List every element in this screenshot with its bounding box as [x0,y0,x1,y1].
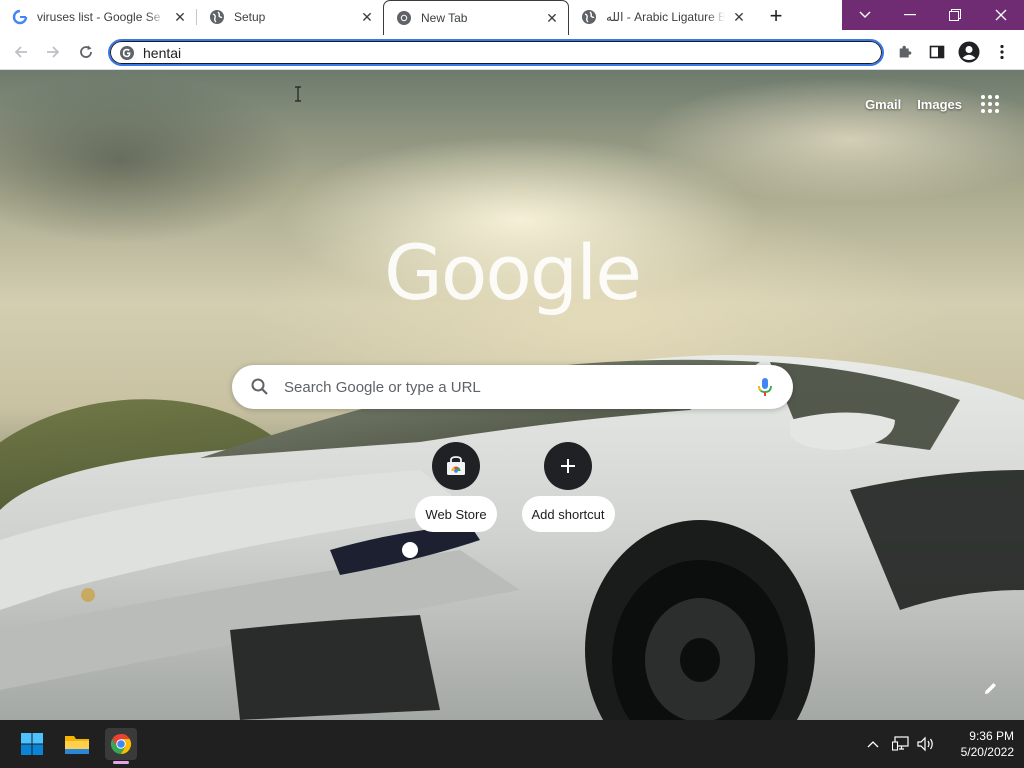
restore-icon [948,9,961,21]
chevron-down-icon [859,11,870,18]
pencil-icon [985,683,996,694]
ntp-search-box[interactable] [232,365,793,409]
volume-icon[interactable] [916,734,936,754]
file-explorer-icon[interactable] [61,728,93,760]
tab-title: Setup [234,10,266,24]
tab-arabic-ligature[interactable]: الله - Arabic Ligature Bis ✕ [569,0,755,34]
tab-title: viruses list - Google Se [37,10,161,24]
menu-button[interactable] [990,40,1014,64]
close-icon[interactable]: ✕ [731,9,747,25]
chrome-icon[interactable] [105,728,137,760]
side-panel-button[interactable] [925,40,949,64]
forward-button[interactable] [41,40,65,64]
clock-date: 5/20/2022 [960,745,1014,759]
tab-strip: viruses list - Google Se ✕ Setup ✕ New T… [0,0,1024,35]
profile-icon [958,41,980,63]
restore-button[interactable] [932,0,977,30]
tab-setup[interactable]: Setup ✕ [197,0,383,34]
close-icon[interactable]: ✕ [544,10,560,26]
active-app-indicator [113,761,129,764]
tab-new-tab[interactable]: New Tab ✕ [383,0,569,35]
back-icon [14,46,27,58]
extensions-button[interactable] [893,40,917,64]
search-icon [251,378,268,395]
tab-title: الله - Arabic Ligature Bis [606,10,725,24]
tab-viruses-list[interactable]: viruses list - Google Se ✕ [0,0,196,34]
close-window-button[interactable] [977,0,1024,30]
menu-icon [1000,44,1004,60]
microphone-icon[interactable] [753,375,777,399]
close-icon[interactable]: ✕ [359,9,375,25]
close-icon[interactable]: ✕ [172,9,188,25]
close-icon [995,9,1006,21]
images-link[interactable]: Images [917,97,962,112]
forward-icon [47,46,60,58]
minimize-icon [903,14,916,16]
extensions-icon [899,45,912,58]
customize-button[interactable] [980,677,1002,699]
shortcut-add[interactable]: Add shortcut [516,442,620,532]
text-cursor-icon [294,86,302,102]
address-input[interactable] [143,44,843,61]
reload-button[interactable] [74,40,98,64]
windows-start-icon[interactable] [16,728,48,760]
globe-icon [209,9,225,25]
shortcut-label: Web Store [415,496,497,532]
shortcut-web-store[interactable]: Web Store [404,442,508,532]
windows-taskbar: 9:36 PM 5/20/2022 [0,720,1024,768]
google-g-icon [12,9,28,25]
web-store-icon [432,442,480,490]
gmail-link[interactable]: Gmail [865,97,901,112]
clock-time: 9:36 PM [969,729,1014,743]
chrome-icon [396,10,412,26]
tab-title: New Tab [421,11,468,25]
top-links: Gmail Images [865,92,1024,116]
minimize-button[interactable] [887,0,932,30]
side-panel-icon [929,45,945,59]
plus-icon [544,442,592,490]
google-g-icon [118,44,135,61]
profile-button[interactable] [957,40,981,64]
tab-search-button[interactable] [842,0,887,30]
globe-icon [581,9,597,25]
new-tab-page: Gmail Images Google Web Store [0,70,1024,720]
system-clock[interactable]: 9:36 PM 5/20/2022 [940,728,1014,760]
ntp-search-input[interactable] [284,378,753,396]
reload-icon [80,45,92,58]
browser-toolbar [0,34,1024,102]
new-tab-button[interactable]: + [763,5,789,29]
google-apps-icon[interactable] [978,92,1002,116]
address-bar[interactable] [108,39,884,66]
network-icon[interactable] [891,734,911,754]
google-logo: Google [383,228,642,317]
back-button[interactable] [9,40,33,64]
chevron-up-icon[interactable] [864,734,882,754]
shortcut-label: Add shortcut [521,496,615,532]
